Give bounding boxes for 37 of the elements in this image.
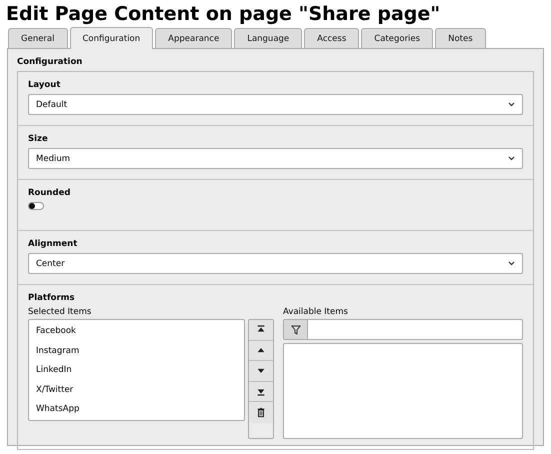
field-label: Alignment <box>28 239 78 249</box>
toggle-switch[interactable] <box>28 202 44 210</box>
move-top-button[interactable] <box>249 320 273 340</box>
page-title: Edit Page Content on page "Share page" <box>5 2 442 27</box>
chevron-icon <box>508 156 515 161</box>
tab[interactable]: General <box>8 28 68 48</box>
select-field[interactable]: Medium <box>28 148 523 169</box>
fieldset-legend: Configuration <box>17 57 534 67</box>
tab[interactable]: Notes <box>435 28 486 48</box>
move-down-button[interactable] <box>249 361 273 382</box>
list-label: Selected Items <box>28 307 92 317</box>
list-item[interactable]: LinkedIn <box>29 361 244 380</box>
select-field[interactable]: Center <box>28 253 523 274</box>
tab[interactable]: Access <box>304 28 360 48</box>
select-field[interactable]: Default <box>28 94 523 115</box>
move-bottom-button[interactable] <box>249 382 273 402</box>
chevron-icon <box>508 261 515 266</box>
tab[interactable]: Categories <box>361 28 434 48</box>
field-label: Platforms <box>28 293 76 303</box>
tab[interactable]: Language <box>234 28 302 48</box>
chevron-icon <box>508 102 515 107</box>
tab[interactable]: Appearance <box>155 28 232 48</box>
trash-icon <box>256 406 266 418</box>
list-item[interactable]: X/Twitter <box>29 380 244 400</box>
field-label: Size <box>28 134 49 144</box>
list-item[interactable]: Instagram <box>29 342 244 361</box>
list-label: Available Items <box>283 307 349 317</box>
filter-button[interactable] <box>284 320 308 339</box>
filter-field[interactable] <box>283 319 523 340</box>
move-up-button[interactable] <box>249 340 273 361</box>
tab[interactable]: Configuration <box>70 27 154 49</box>
trash-button[interactable] <box>249 402 273 422</box>
filter-icon <box>290 324 300 334</box>
list-item[interactable]: WhatsApp <box>29 400 244 420</box>
field-label: Layout <box>28 80 62 90</box>
list-item[interactable]: Facebook <box>29 322 244 342</box>
field-label: Rounded <box>28 188 72 198</box>
